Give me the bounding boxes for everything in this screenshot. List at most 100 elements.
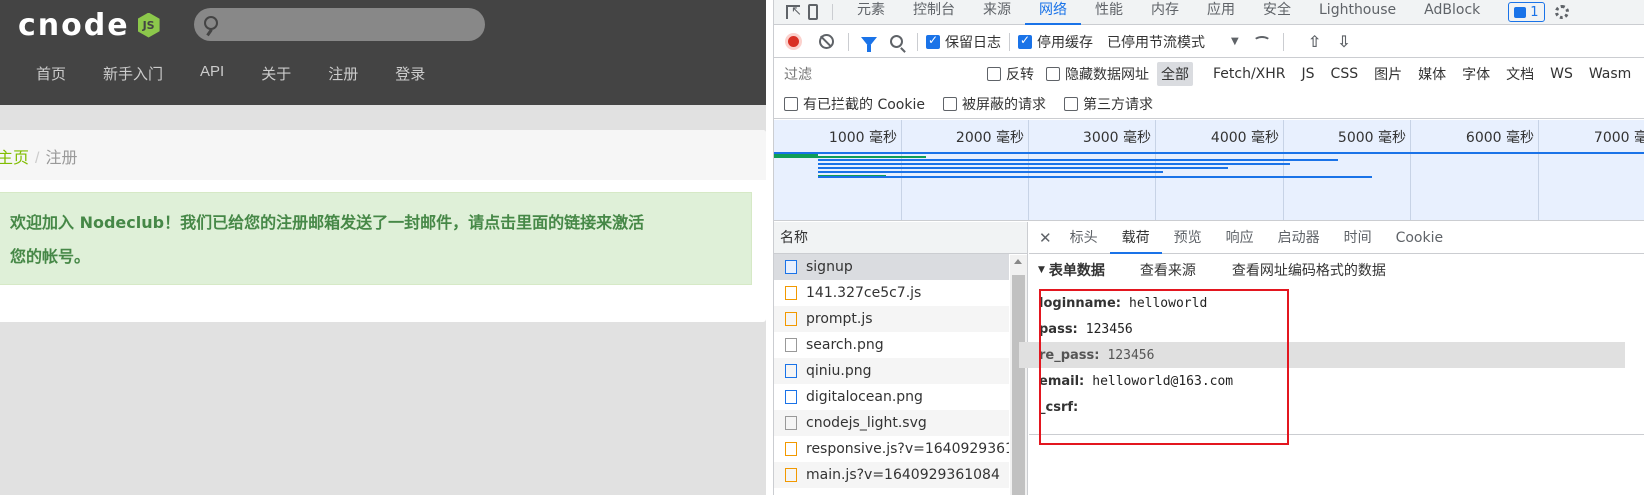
hide-data-urls-checkbox[interactable]: 隐藏数据网址 <box>1046 64 1149 84</box>
checkbox-checked[interactable] <box>926 33 940 49</box>
type-filter-js[interactable]: JS <box>1298 64 1319 84</box>
filter-input[interactable] <box>780 63 969 85</box>
request-row[interactable]: responsive.js?v=1640929361084 <box>774 436 1009 462</box>
timeline-bar <box>818 171 1163 173</box>
type-filter-css[interactable]: CSS <box>1327 64 1363 84</box>
tab-application[interactable]: 应用 <box>1193 0 1249 25</box>
tab-lighthouse[interactable]: Lighthouse <box>1305 0 1410 25</box>
message-icon <box>1514 6 1527 18</box>
request-row[interactable]: digitalocean.png <box>774 384 1009 410</box>
search-icon[interactable] <box>890 35 903 48</box>
tab-memory[interactable]: 内存 <box>1137 0 1193 25</box>
timeline-bar <box>818 159 1338 161</box>
filter-bar-secondary: 有已拦截的 Cookie 被屏蔽的请求 第三方请求 <box>774 90 1644 119</box>
cnode-page: cnode JS 首页 新手入门 API 关于 注册 登录 主页 / 注册 欢迎加入… <box>0 0 766 495</box>
filter-icon[interactable] <box>861 36 877 52</box>
issues-badge[interactable]: 1 <box>1508 2 1545 22</box>
export-har-icon[interactable]: ⇩ <box>1337 32 1350 51</box>
tab-adblock[interactable]: AdBlock <box>1410 0 1494 25</box>
triangle-down-icon[interactable]: ▼ <box>1038 265 1045 275</box>
disable-cache-checkbox[interactable]: 停用缓存 <box>1018 32 1093 52</box>
disable-cache-label: 停用缓存 <box>1037 34 1093 51</box>
detail-tab-response[interactable]: 响应 <box>1214 222 1266 254</box>
checkbox-unchecked[interactable] <box>942 97 957 111</box>
network-conditions-icon[interactable] <box>1252 35 1271 48</box>
tab-network[interactable]: 网络 <box>1025 0 1081 25</box>
preserve-log-checkbox[interactable]: 保留日志 <box>926 32 1001 52</box>
view-url-encoded-link[interactable]: 查看网址编码格式的数据 <box>1232 260 1386 280</box>
view-source-link[interactable]: 查看来源 <box>1140 260 1196 280</box>
type-filter-all[interactable]: 全部 <box>1157 62 1193 86</box>
third-party-checkbox[interactable]: 第三方请求 <box>1063 94 1153 114</box>
request-row[interactable]: 141.327ce5c7.js <box>774 280 1009 306</box>
document-icon <box>785 260 797 274</box>
detail-tab-preview[interactable]: 预览 <box>1162 222 1214 254</box>
checkbox-unchecked[interactable] <box>1046 67 1060 81</box>
request-row[interactable]: main.js?v=1640929361084 <box>774 462 1009 488</box>
timeline-tick: 5000 毫秒 <box>1284 120 1411 220</box>
nav-login[interactable]: 登录 <box>395 63 425 84</box>
tab-console[interactable]: 控制台 <box>899 0 969 25</box>
nav-getting-started[interactable]: 新手入门 <box>103 63 163 84</box>
content-panel: 主页 / 注册 欢迎加入 Nodeclub！我们已给您的注册邮箱发送了一封邮件，请点… <box>0 130 766 322</box>
detail-tab-timing[interactable]: 时间 <box>1332 222 1384 254</box>
device-toolbar-icon[interactable] <box>808 4 818 20</box>
gear-icon[interactable] <box>1554 5 1569 19</box>
invert-checkbox[interactable]: 反转 <box>987 64 1034 84</box>
tab-performance[interactable]: 性能 <box>1081 0 1137 25</box>
timeline-bar <box>818 163 1290 165</box>
checkbox-unchecked[interactable] <box>987 67 1001 81</box>
import-har-icon[interactable]: ⇧ <box>1308 32 1321 51</box>
type-filter-doc[interactable]: 文档 <box>1502 62 1538 86</box>
request-row[interactable]: qiniu.png <box>774 358 1009 384</box>
detail-tab-payload[interactable]: 载荷 <box>1109 222 1162 254</box>
request-row[interactable]: search.png <box>774 332 1009 358</box>
form-data-section-header[interactable]: ▼ 表单数据 查看来源 查看网址编码格式的数据 <box>1029 254 1644 286</box>
close-icon[interactable]: ✕ <box>1039 229 1052 247</box>
chevron-down-icon[interactable]: ▼ <box>1231 36 1239 47</box>
nav-home[interactable]: 首页 <box>36 63 66 84</box>
blocked-requests-checkbox[interactable]: 被屏蔽的请求 <box>942 94 1046 114</box>
request-row[interactable]: cnodejs_light.svg <box>774 410 1009 436</box>
detail-tab-cookies[interactable]: Cookie <box>1384 222 1456 254</box>
request-name: responsive.js?v=1640929361084 <box>806 441 1009 457</box>
nav-signup[interactable]: 注册 <box>328 63 358 84</box>
blocked-cookies-checkbox[interactable]: 有已拦截的 Cookie <box>784 94 925 114</box>
type-filter-fetch-xhr[interactable]: Fetch/XHR <box>1209 64 1290 84</box>
type-filter-wasm[interactable]: Wasm <box>1585 64 1635 84</box>
request-list: 名称 signup 141.327ce5c7.js prompt.js sear… <box>774 222 1028 495</box>
request-name: main.js?v=1640929361084 <box>806 467 1000 483</box>
record-icon[interactable] <box>785 33 802 50</box>
tab-elements[interactable]: 元素 <box>843 0 899 25</box>
type-filter-ws[interactable]: WS <box>1546 64 1577 84</box>
detail-tab-headers[interactable]: 标头 <box>1058 222 1110 254</box>
site-logo[interactable]: cnode JS <box>18 8 160 43</box>
request-row[interactable]: prompt.js <box>774 306 1009 332</box>
image-icon <box>785 338 797 352</box>
preserve-log-label: 保留日志 <box>945 34 1001 51</box>
checkbox-unchecked[interactable] <box>784 97 798 111</box>
detail-tab-initiator[interactable]: 启动器 <box>1266 222 1332 254</box>
checkbox-unchecked[interactable] <box>1063 97 1078 111</box>
type-filter-media[interactable]: 媒体 <box>1414 62 1450 86</box>
script-icon <box>785 312 797 326</box>
type-filter-font[interactable]: 字体 <box>1458 62 1494 86</box>
tab-sources[interactable]: 来源 <box>969 0 1025 25</box>
type-filter-img[interactable]: 图片 <box>1370 62 1406 86</box>
devtools-tabbar: 元素 控制台 来源 网络 性能 内存 应用 安全 Lighthouse AdBl… <box>774 0 1644 25</box>
throttling-select[interactable]: 已停用节流模式 <box>1107 32 1205 52</box>
breadcrumb-home-link[interactable]: 主页 <box>0 150 29 167</box>
nav-api[interactable]: API <box>200 63 224 84</box>
name-column-header[interactable]: 名称 <box>774 222 1027 254</box>
tab-security[interactable]: 安全 <box>1249 0 1305 25</box>
blocked-cookies-label: 有已拦截的 Cookie <box>803 97 925 113</box>
scroll-up-arrow-icon[interactable] <box>1014 259 1022 264</box>
network-overview-timeline[interactable]: 1000 毫秒 2000 毫秒 3000 毫秒 4000 毫秒 5000 毫秒 … <box>774 120 1644 221</box>
request-row[interactable]: signup <box>774 254 1009 280</box>
nav-about[interactable]: 关于 <box>261 63 291 84</box>
checkbox-checked[interactable] <box>1018 33 1032 49</box>
inspect-element-icon[interactable] <box>786 4 802 19</box>
site-search-input[interactable] <box>194 8 485 41</box>
request-name: qiniu.png <box>806 363 872 379</box>
clear-icon[interactable] <box>819 34 834 49</box>
